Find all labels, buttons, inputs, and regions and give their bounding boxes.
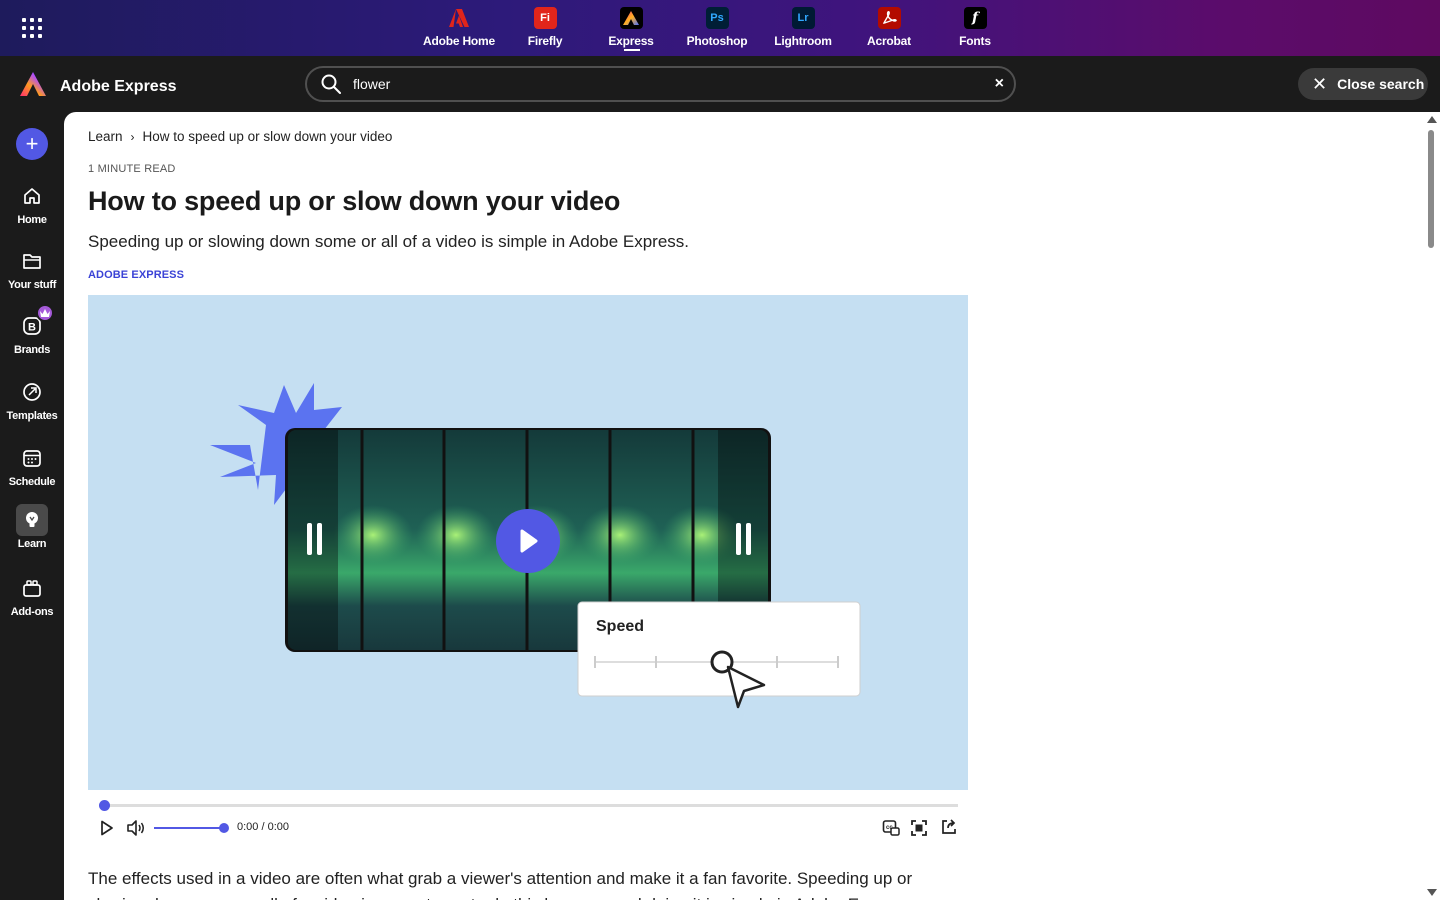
search-input[interactable]: [353, 74, 953, 94]
express-icon: [619, 7, 643, 29]
app-adobe-home[interactable]: Adobe Home: [416, 0, 502, 56]
video-illustration: Speed: [210, 383, 861, 709]
share-icon[interactable]: [940, 818, 958, 841]
app-header: Adobe Express × ✕ Close search: [0, 56, 1440, 112]
brand-name: Adobe Express: [60, 77, 177, 95]
calendar-icon: [16, 442, 48, 474]
app-label: Acrobat: [867, 34, 911, 48]
video-player[interactable]: Speed: [88, 295, 968, 790]
captions-icon[interactable]: cc: [882, 819, 900, 842]
fonts-icon: f: [963, 7, 987, 29]
app-label: Fonts: [959, 34, 991, 48]
play-button-overlay: [496, 509, 560, 573]
app-express[interactable]: Express: [588, 0, 674, 56]
rail-item-your-stuff[interactable]: Your stuff: [0, 245, 64, 301]
close-search-button[interactable]: ✕ Close search: [1298, 68, 1428, 100]
page-subtitle: Speeding up or slowing down some or all …: [88, 232, 690, 251]
app-lightroom[interactable]: Lr Lightroom: [760, 0, 846, 56]
speed-label: Speed: [596, 618, 644, 635]
play-icon[interactable]: [100, 820, 114, 841]
video-controls: 0:00 / 0:00 cc: [88, 816, 968, 840]
rail-label: Home: [17, 214, 47, 226]
rail-label: Learn: [17, 538, 47, 550]
search-icon: [321, 74, 341, 99]
app-label: Express: [608, 34, 654, 48]
app-grid-icon[interactable]: [22, 18, 42, 38]
rail-label: Schedule: [8, 476, 56, 488]
video-time: 0:00 / 0:00: [237, 821, 289, 833]
app-label: Lightroom: [774, 34, 832, 48]
app-label: Adobe Home: [422, 34, 495, 48]
app-label: Photoshop: [686, 34, 748, 48]
volume-slider[interactable]: [154, 823, 229, 833]
svg-text:B: B: [28, 322, 36, 334]
article-panel: Learn › How to speed up or slow down you…: [64, 112, 1440, 900]
read-time: 1 MINUTE READ: [88, 163, 176, 175]
premium-crown-icon: [36, 304, 54, 322]
photoshop-icon: Ps: [705, 7, 729, 29]
scrollbar[interactable]: [1424, 112, 1440, 900]
breadcrumb-separator: ›: [130, 129, 135, 144]
scroll-down-icon[interactable]: [1427, 889, 1437, 896]
rail-item-add-ons[interactable]: Add-ons: [0, 572, 64, 628]
svg-text:cc: cc: [886, 825, 893, 831]
app-firefly[interactable]: Fi Firefly: [502, 0, 588, 56]
rail-label: Your stuff: [7, 279, 57, 291]
clear-search-icon[interactable]: ×: [995, 75, 1004, 93]
close-search-label: Close search: [1337, 76, 1425, 92]
left-rail: + Home Your stuff B Brands Templates Sch…: [0, 112, 64, 900]
app-photoshop[interactable]: Ps Photoshop: [674, 0, 760, 56]
fullscreen-icon[interactable]: [910, 819, 928, 842]
page-title: How to speed up or slow down your video: [88, 186, 621, 216]
adobe-logo-icon: [448, 7, 471, 29]
rail-label: Templates: [6, 410, 58, 422]
rail-item-templates[interactable]: Templates: [0, 376, 64, 432]
app-switcher-bar: Adobe Home Fi Firefly Express Ps Photosh…: [0, 0, 1440, 56]
express-logo-icon: [20, 72, 46, 101]
rail-label: Brands: [13, 344, 51, 356]
folder-icon: [16, 245, 48, 277]
close-icon: ✕: [1312, 73, 1328, 94]
search-bar: ×: [305, 66, 1016, 102]
video-progress-bar[interactable]: [99, 800, 958, 811]
rail-item-home[interactable]: Home: [0, 180, 64, 236]
app-list: Adobe Home Fi Firefly Express Ps Photosh…: [416, 0, 1018, 56]
speed-panel: Speed: [577, 601, 861, 709]
rail-label: Add-ons: [10, 606, 54, 618]
breadcrumb-learn[interactable]: Learn: [88, 129, 123, 144]
app-label: Firefly: [527, 34, 563, 48]
templates-icon: [16, 376, 48, 408]
app-fonts[interactable]: f Fonts: [932, 0, 1018, 56]
rail-item-brands[interactable]: B Brands: [0, 304, 64, 366]
volume-icon[interactable]: [126, 819, 146, 842]
lightbulb-icon: [16, 504, 48, 536]
scroll-up-icon[interactable]: [1427, 116, 1437, 123]
brand[interactable]: Adobe Express: [20, 72, 176, 101]
home-icon: [16, 180, 48, 212]
firefly-icon: Fi: [533, 7, 557, 29]
lightroom-icon: Lr: [791, 7, 815, 29]
progress-scrubber[interactable]: [99, 800, 110, 811]
rail-item-learn[interactable]: Learn: [0, 504, 64, 560]
breadcrumb-current: How to speed up or slow down your video: [142, 129, 393, 144]
acrobat-icon: [877, 7, 901, 29]
volume-knob[interactable]: [219, 823, 229, 833]
breadcrumb: Learn › How to speed up or slow down you…: [88, 129, 392, 144]
addons-icon: [16, 572, 48, 604]
rail-item-schedule[interactable]: Schedule: [0, 442, 64, 498]
article-body: The effects used in a video are often wh…: [88, 869, 914, 900]
brand-icon: B: [16, 304, 54, 342]
create-button[interactable]: +: [16, 128, 48, 160]
app-acrobat[interactable]: Acrobat: [846, 0, 932, 56]
scroll-thumb[interactable]: [1428, 130, 1434, 248]
article-tag[interactable]: ADOBE EXPRESS: [88, 269, 184, 281]
